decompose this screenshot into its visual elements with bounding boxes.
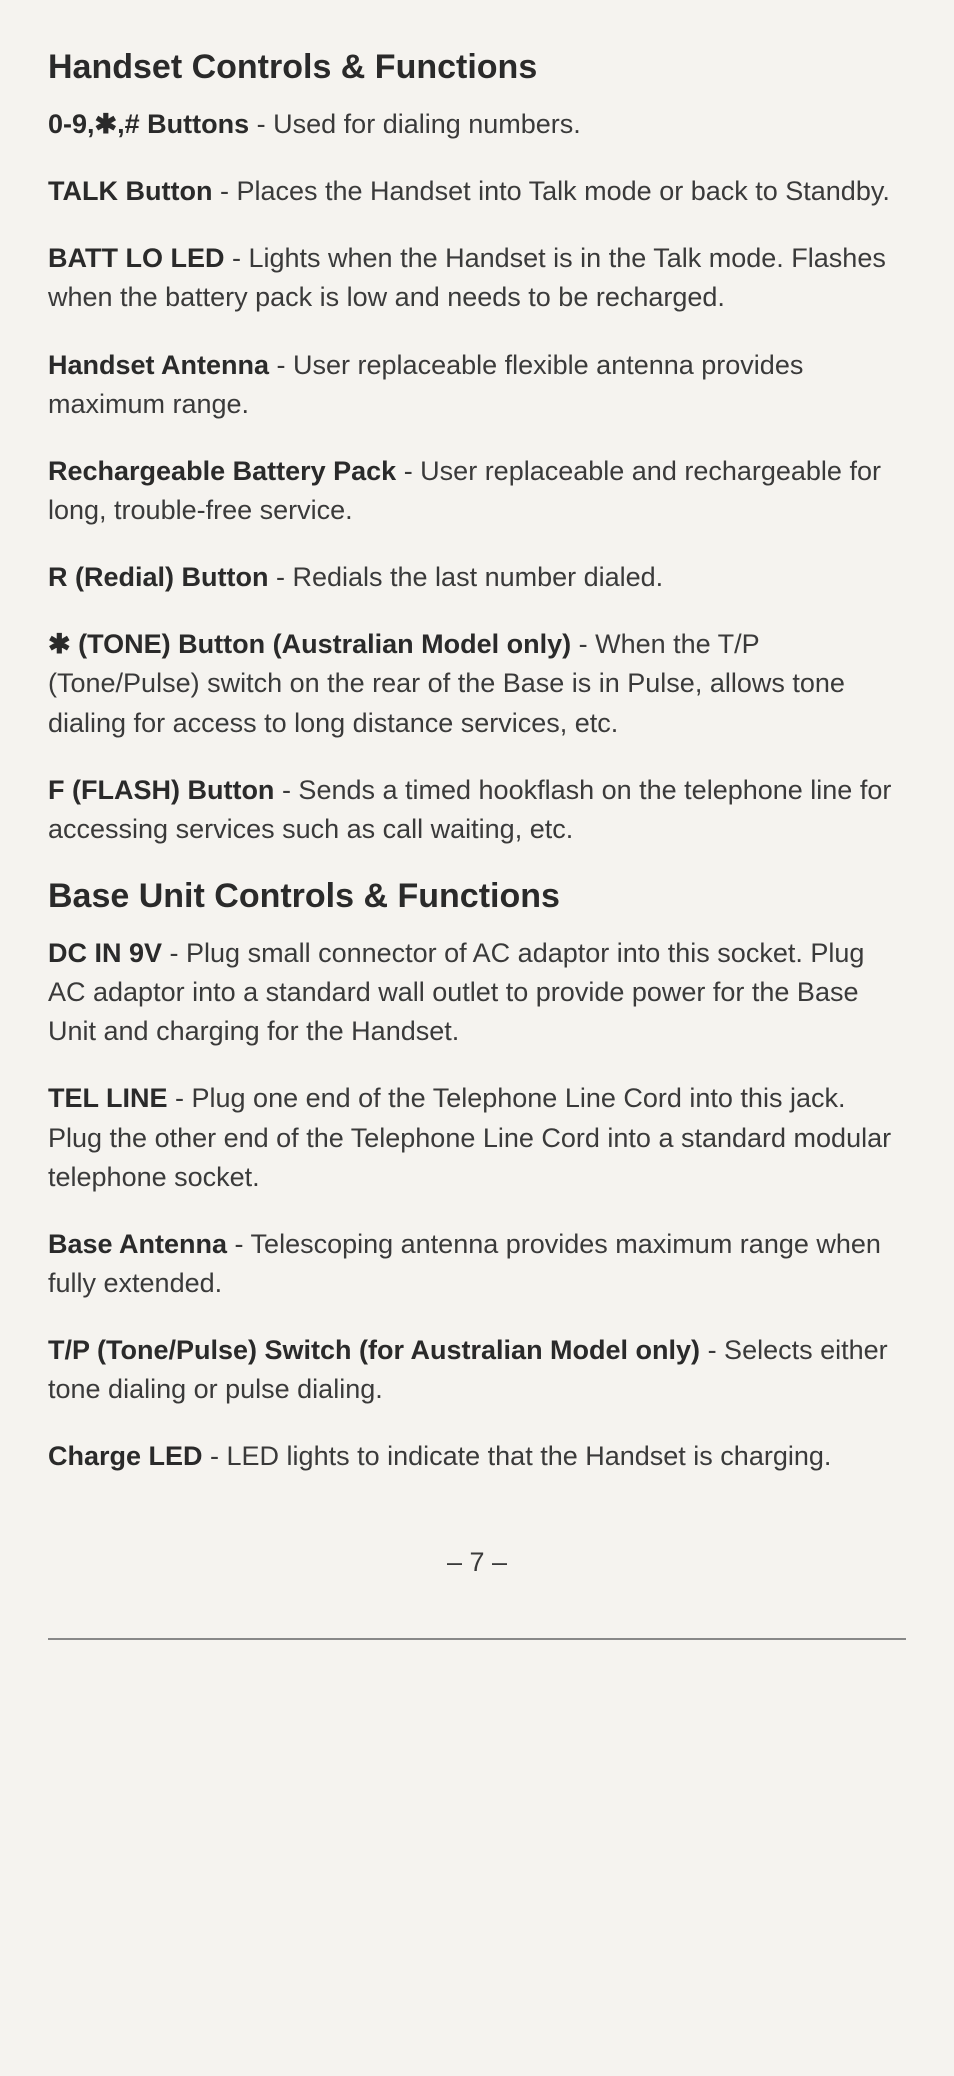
entry-buttons: 0-9,✱,# Buttons - Used for dialing numbe… xyxy=(48,105,906,144)
entry-batt-lo-led: BATT LO LED - Lights when the Handset is… xyxy=(48,239,906,317)
entry-flash-button: F (FLASH) Button - Sends a timed hookfla… xyxy=(48,771,906,849)
section-heading-handset: Handset Controls & Functions xyxy=(48,48,906,87)
entry-tel-line: TEL LINE - Plug one end of the Telephone… xyxy=(48,1079,906,1196)
desc: - Redials the last number dialed. xyxy=(268,562,663,592)
divider-line xyxy=(48,1638,906,1640)
entry-dc-in-9v: DC IN 9V - Plug small connector of AC ad… xyxy=(48,934,906,1051)
desc: - Used for dialing numbers. xyxy=(249,109,581,139)
desc: - Plug small connector of AC adaptor int… xyxy=(48,938,864,1046)
term: R (Redial) Button xyxy=(48,562,268,592)
term: DC IN 9V xyxy=(48,938,162,968)
section-heading-base: Base Unit Controls & Functions xyxy=(48,877,906,916)
entry-redial-button: R (Redial) Button - Redials the last num… xyxy=(48,558,906,597)
desc: - Places the Handset into Talk mode or b… xyxy=(212,176,889,206)
term: T/P (Tone/Pulse) Switch (for Australian … xyxy=(48,1335,700,1365)
term: TEL LINE xyxy=(48,1083,168,1113)
term: 0-9,✱,# Buttons xyxy=(48,109,249,139)
entry-charge-led: Charge LED - LED lights to indicate that… xyxy=(48,1437,906,1476)
term: BATT LO LED xyxy=(48,243,224,273)
desc: - LED lights to indicate that the Handse… xyxy=(203,1441,832,1471)
entry-talk-button: TALK Button - Places the Handset into Ta… xyxy=(48,172,906,211)
entry-base-antenna: Base Antenna - Telescoping antenna provi… xyxy=(48,1225,906,1303)
entry-tp-switch: T/P (Tone/Pulse) Switch (for Australian … xyxy=(48,1331,906,1409)
term: Base Antenna xyxy=(48,1229,227,1259)
entry-handset-antenna: Handset Antenna - User replaceable flexi… xyxy=(48,346,906,424)
term: TALK Button xyxy=(48,176,212,206)
page-number: – 7 – xyxy=(48,1547,906,1578)
entry-tone-button: ✱ (TONE) Button (Australian Model only) … xyxy=(48,625,906,742)
term: Rechargeable Battery Pack xyxy=(48,456,396,486)
term: F (FLASH) Button xyxy=(48,775,274,805)
desc: - Plug one end of the Telephone Line Cor… xyxy=(48,1083,891,1191)
term: Handset Antenna xyxy=(48,350,269,380)
entry-battery-pack: Rechargeable Battery Pack - User replace… xyxy=(48,452,906,530)
term: ✱ (TONE) Button (Australian Model only) xyxy=(48,629,571,659)
term: Charge LED xyxy=(48,1441,203,1471)
